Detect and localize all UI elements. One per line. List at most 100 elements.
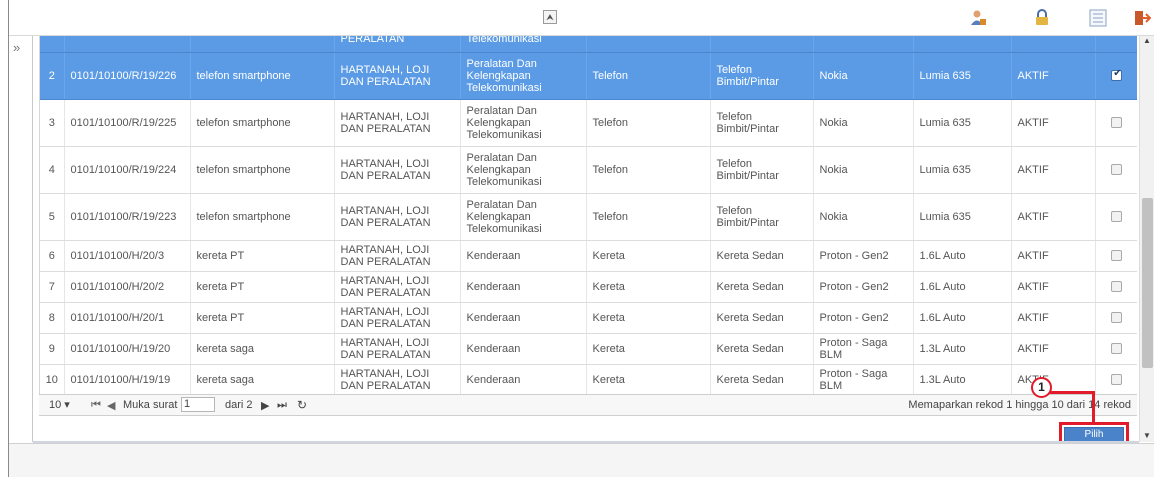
- record-count-info: Memaparkan rekod 1 hingga 10 dari 14 rek…: [908, 399, 1131, 411]
- scroll-up-icon[interactable]: ▲: [1143, 36, 1151, 45]
- cell-type: Telefon: [586, 52, 711, 100]
- table-row[interactable]: 3 0101/10100/R/19/225 telefon smartphone HA…: [40, 99, 1137, 147]
- lock-icon[interactable]: [1033, 9, 1051, 27]
- user-icon[interactable]: [969, 9, 987, 27]
- cell-select: [1095, 99, 1137, 147]
- table-row[interactable]: 6 0101/10100/H/20/3 kereta PT HARTANAH, LOJ…: [40, 240, 1137, 272]
- cell-group: Peralatan Dan Kelengkapan Telekomunikasi: [460, 146, 587, 194]
- cell-name: telefon smartphone: [190, 193, 335, 241]
- asset-grid: PERALATAN Telekomunikasi 2 0101/10100/R/19/…: [39, 36, 1137, 394]
- cell-num: 9: [40, 333, 65, 365]
- cell-num: 3: [40, 99, 65, 147]
- cell-category: PERALATAN: [334, 36, 461, 53]
- cell-status: AKTIF: [1011, 333, 1096, 365]
- cell-model: Lumia 635: [913, 99, 1012, 147]
- cell-status: AKTIF: [1011, 52, 1096, 100]
- cell-select: [1095, 52, 1137, 100]
- cell-group: Kenderaan: [460, 271, 587, 303]
- cell-num: 7: [40, 271, 65, 303]
- cell-brand: Proton - Saga BLM: [813, 364, 914, 394]
- row-checkbox[interactable]: [1111, 117, 1123, 129]
- table-row[interactable]: 7 0101/10100/H/20/2 kereta PT HARTANAH, LOJ…: [40, 271, 1137, 303]
- pilih-button[interactable]: Pilih: [1064, 427, 1124, 442]
- cell-name: kereta PT: [190, 302, 335, 334]
- cell-num: 6: [40, 240, 65, 272]
- table-row[interactable]: 9 0101/10100/H/19/20 kereta saga HARTANAH, …: [40, 333, 1137, 365]
- next-page-icon[interactable]: ▶: [261, 399, 269, 412]
- cell-type: [586, 36, 711, 53]
- cell-subtype: Kereta Sedan: [710, 333, 814, 365]
- cell-num: 4: [40, 146, 65, 194]
- cell-id: 0101/10100/R/19/225: [64, 99, 191, 147]
- list-icon[interactable]: [1089, 9, 1107, 27]
- collapse-header-button[interactable]: ⮝: [543, 10, 557, 24]
- row-checkbox[interactable]: [1111, 211, 1123, 223]
- vertical-scrollbar[interactable]: ▲ ▼: [1139, 36, 1154, 442]
- cell-subtype: Kereta Sedan: [710, 240, 814, 272]
- page-size-select[interactable]: 10 ▾: [49, 398, 70, 411]
- last-page-icon[interactable]: ⏭: [277, 399, 287, 412]
- expand-double-chevron-icon[interactable]: »: [13, 40, 20, 55]
- row-checkbox[interactable]: [1111, 374, 1123, 386]
- cell-id: 0101/10100/R/19/224: [64, 146, 191, 194]
- cell-name: telefon smartphone: [190, 146, 335, 194]
- cell-name: kereta saga: [190, 333, 335, 365]
- prev-page-icon[interactable]: ◀: [107, 399, 115, 412]
- cell-type: Telefon: [586, 193, 711, 241]
- cell-num: 5: [40, 193, 65, 241]
- cell-name: kereta PT: [190, 240, 335, 272]
- cell-name: telefon smartphone: [190, 99, 335, 147]
- table-row[interactable]: 2 0101/10100/R/19/226 telefon smartphone HA…: [40, 52, 1137, 100]
- cell-name: kereta PT: [190, 271, 335, 303]
- cell-model: Lumia 635: [913, 146, 1012, 194]
- cell-id: 0101/10100/H/20/1: [64, 302, 191, 334]
- cell-type: Telefon: [586, 99, 711, 147]
- cell-brand: Proton - Gen2: [813, 271, 914, 303]
- callout-line: [1045, 391, 1095, 394]
- cell-num: 10: [40, 364, 65, 394]
- cell-brand: Nokia: [813, 52, 914, 100]
- table-row[interactable]: 10 0101/10100/H/19/19 kereta saga HARTANAH,…: [40, 364, 1137, 394]
- side-panel-toggle[interactable]: »: [9, 36, 33, 442]
- cell-status: AKTIF: [1011, 364, 1096, 394]
- row-checkbox[interactable]: [1111, 250, 1123, 262]
- cell-brand: Proton - Gen2: [813, 240, 914, 272]
- cell-status: AKTIF: [1011, 99, 1096, 147]
- footer-strip: [9, 443, 1154, 477]
- step-badge: 1: [1031, 377, 1052, 398]
- row-checkbox[interactable]: [1111, 343, 1123, 355]
- table-row[interactable]: 8 0101/10100/H/20/1 kereta PT HARTANAH, LOJ…: [40, 302, 1137, 334]
- scroll-down-icon[interactable]: ▼: [1143, 431, 1151, 440]
- cell-subtype: [710, 36, 814, 53]
- content-area: PERALATAN Telekomunikasi 2 0101/10100/R/19/…: [33, 36, 1149, 447]
- page-number-input[interactable]: 1: [181, 397, 215, 412]
- cell-name: [190, 36, 335, 53]
- row-checkbox[interactable]: [1111, 312, 1123, 324]
- cell-category: HARTANAH, LOJI DAN PERALATAN: [334, 240, 461, 272]
- row-checkbox[interactable]: [1111, 281, 1123, 293]
- first-page-icon[interactable]: ⏮: [91, 399, 101, 412]
- exit-icon[interactable]: [1133, 9, 1151, 27]
- refresh-icon[interactable]: ↻: [297, 398, 307, 412]
- table-row[interactable]: 5 0101/10100/R/19/223 telefon smartphone HA…: [40, 193, 1137, 241]
- page-total-label: dari 2: [225, 399, 253, 411]
- cell-status: AKTIF: [1011, 146, 1096, 194]
- callout-line: [1092, 391, 1095, 424]
- scroll-thumb[interactable]: [1142, 198, 1153, 368]
- cell-id: 0101/10100/R/19/226: [64, 52, 191, 100]
- row-checkbox[interactable]: [1111, 164, 1123, 176]
- table-row[interactable]: 4 0101/10100/R/19/224 telefon smartphone HA…: [40, 146, 1137, 194]
- cell-group: Peralatan Dan Kelengkapan Telekomunikasi: [460, 193, 587, 241]
- cell-category: HARTANAH, LOJI DAN PERALATAN: [334, 271, 461, 303]
- cell-subtype: Telefon Bimbit/Pintar: [710, 193, 814, 241]
- cell-model: 1.6L Auto: [913, 302, 1012, 334]
- cell-group: Peralatan Dan Kelengkapan Telekomunikasi: [460, 99, 587, 147]
- table-row[interactable]: PERALATAN Telekomunikasi: [40, 36, 1137, 53]
- cell-category: HARTANAH, LOJI DAN PERALATAN: [334, 193, 461, 241]
- cell-category: HARTANAH, LOJI DAN PERALATAN: [334, 99, 461, 147]
- cell-type: Kereta: [586, 333, 711, 365]
- row-checkbox[interactable]: [1111, 68, 1123, 82]
- cell-name: kereta saga: [190, 364, 335, 394]
- cell-num: [40, 36, 65, 53]
- cell-brand: Nokia: [813, 193, 914, 241]
